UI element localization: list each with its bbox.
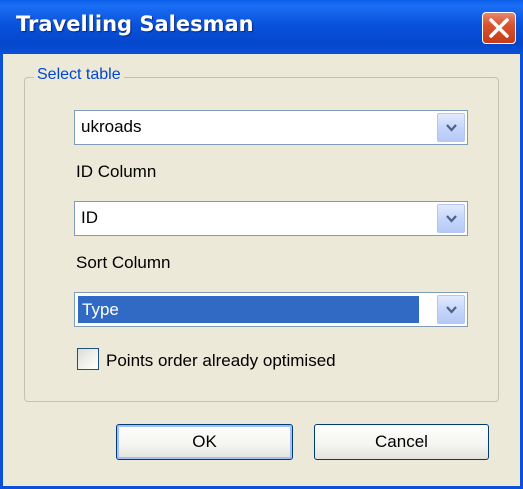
id-column-label: ID Column [76,162,157,181]
table-select[interactable]: ukroads [74,110,468,145]
optimised-checkbox[interactable] [77,348,99,370]
sort-column-value: Type [78,296,419,323]
ok-button[interactable]: OK [116,424,293,460]
chevron-down-icon [446,215,457,223]
table-select-value: ukroads [81,117,142,136]
sort-column-select[interactable]: Type [74,292,468,327]
chevron-down-icon [446,306,457,314]
cancel-button[interactable]: Cancel [314,424,489,460]
close-button[interactable] [482,12,516,44]
id-column-dropdown-button[interactable] [437,204,465,233]
dialog-title: Travelling Salesman [16,12,254,36]
id-column-select[interactable]: ID [74,201,468,236]
table-select-dropdown-button[interactable] [437,113,465,142]
id-column-value: ID [81,208,98,227]
group-legend: Select table [34,66,124,84]
title-bar[interactable]: Travelling Salesman [0,0,523,54]
sort-column-label: Sort Column [76,253,171,272]
chevron-down-icon [446,124,457,132]
sort-column-dropdown-button[interactable] [437,295,465,324]
optimised-checkbox-label[interactable]: Points order already optimised [106,351,336,371]
close-x-icon [489,18,509,38]
